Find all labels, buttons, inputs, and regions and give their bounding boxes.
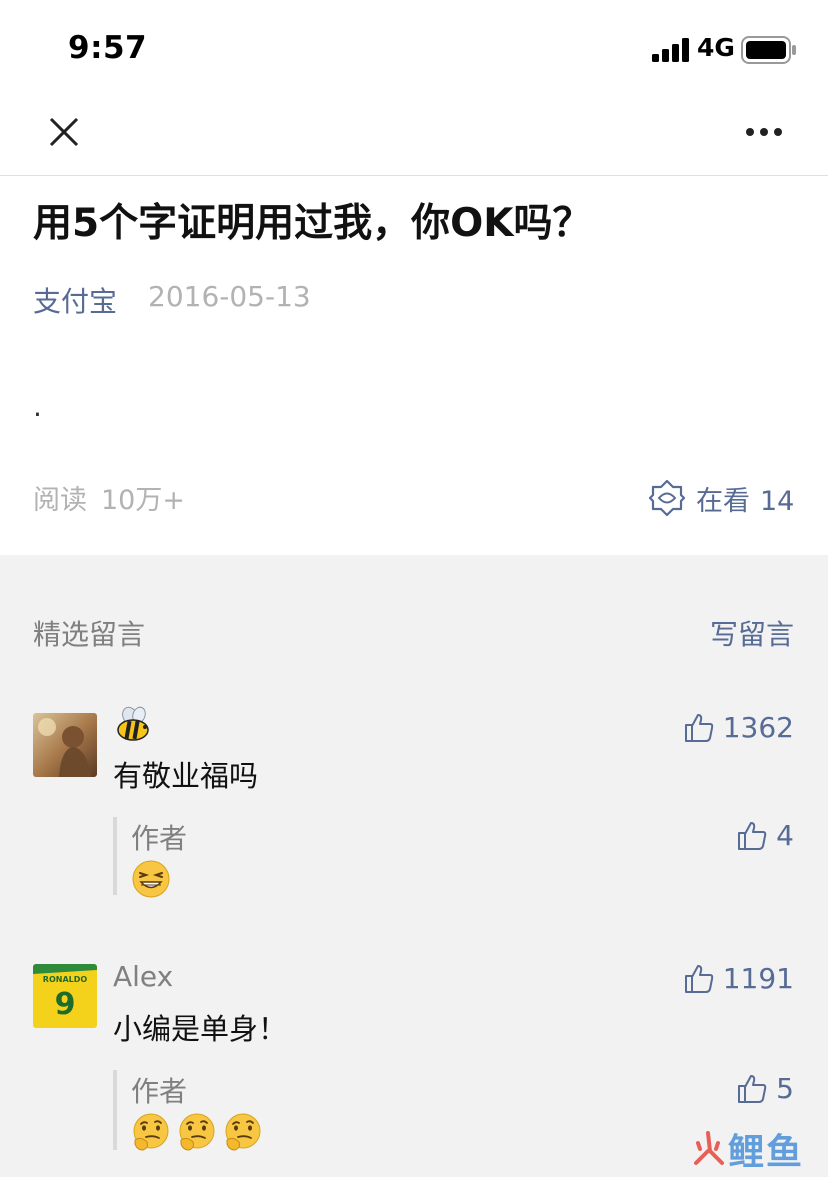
signal-icon — [652, 38, 689, 62]
article-body: . — [33, 390, 42, 423]
comments-section: 精选留言 写留言 有敬业福吗 1362 作者 4 RONALDO 9 Alex … — [0, 555, 828, 1177]
reply-like-button[interactable]: 4 — [736, 819, 794, 852]
publish-date: 2016-05-13 — [148, 280, 311, 313]
thumbs-up-icon — [738, 821, 767, 850]
looking-label: 在看 — [696, 485, 750, 517]
network-type: 4G — [697, 33, 735, 62]
reply-text — [131, 859, 171, 899]
fire-logo-icon — [693, 1131, 724, 1165]
commenter-name: Alex — [113, 960, 174, 993]
looking-icon — [648, 479, 686, 517]
reply-like-count: 5 — [776, 1072, 794, 1105]
nav-bar — [0, 96, 828, 176]
reply-like-count: 4 — [776, 819, 794, 852]
looking-count: 14 — [760, 485, 795, 517]
read-label: 阅读 — [33, 485, 87, 516]
more-icon — [746, 128, 782, 136]
thumbs-up-icon — [684, 964, 713, 993]
looking-button[interactable]: 在看 14 — [648, 476, 794, 520]
avatar[interactable]: RONALDO 9 — [33, 964, 97, 1028]
comment-item: 有敬业福吗 1362 作者 4 — [0, 705, 828, 905]
comment-text: 小编是单身！ — [113, 1012, 288, 1046]
avatar-image: RONALDO 9 — [33, 964, 97, 1028]
thumbs-up-icon — [738, 1074, 767, 1103]
thinking-emoji-icon — [179, 1113, 215, 1151]
status-time: 9:57 — [68, 30, 148, 66]
looking-text: 在看 14 — [696, 479, 794, 518]
close-icon — [49, 117, 79, 147]
article-title: 用5个字证明用过我，你OK吗？ — [33, 201, 592, 246]
account-name-link[interactable]: 支付宝 — [33, 280, 117, 320]
watermark-text: 鲤鱼 — [727, 1132, 804, 1173]
thumbs-up-icon — [684, 713, 713, 742]
like-button[interactable]: 1362 — [683, 711, 794, 744]
article-page: 9:57 4G 用5个字证明用过我，你OK吗？ 支付宝 2016-05-13 .… — [0, 0, 828, 1177]
bee-emoji-icon — [117, 706, 149, 741]
reply-author: 作者 — [131, 1075, 188, 1108]
more-options-button[interactable] — [736, 104, 792, 160]
reply-text — [131, 1112, 263, 1152]
like-count: 1362 — [722, 711, 794, 744]
commenter-name — [113, 705, 153, 752]
close-button[interactable] — [36, 104, 92, 160]
svg-text:9: 9 — [55, 987, 76, 1022]
reply-like-button[interactable]: 5 — [736, 1072, 794, 1105]
read-count-value: 10万+ — [101, 485, 185, 516]
thinking-emoji-icon — [225, 1113, 261, 1151]
avatar[interactable] — [33, 713, 97, 777]
comment-text: 有敬业福吗 — [113, 759, 259, 793]
status-bar: 9:57 4G — [0, 0, 828, 96]
comments-title: 精选留言 — [33, 618, 146, 651]
like-count: 1191 — [722, 962, 794, 995]
svg-text:RONALDO: RONALDO — [43, 975, 88, 984]
write-comment-button[interactable]: 写留言 — [710, 613, 794, 653]
reply-author: 作者 — [131, 822, 188, 855]
read-count: 阅读 10万+ — [33, 478, 185, 517]
thinking-emoji-icon — [133, 1113, 169, 1151]
avatar-image — [33, 713, 97, 777]
battery-icon — [741, 36, 796, 64]
author-reply: 作者 4 — [113, 817, 794, 898]
watermark: 鲤鱼 — [688, 1125, 804, 1173]
like-button[interactable]: 1191 — [683, 962, 794, 995]
grinning-squint-emoji-icon — [132, 860, 170, 898]
